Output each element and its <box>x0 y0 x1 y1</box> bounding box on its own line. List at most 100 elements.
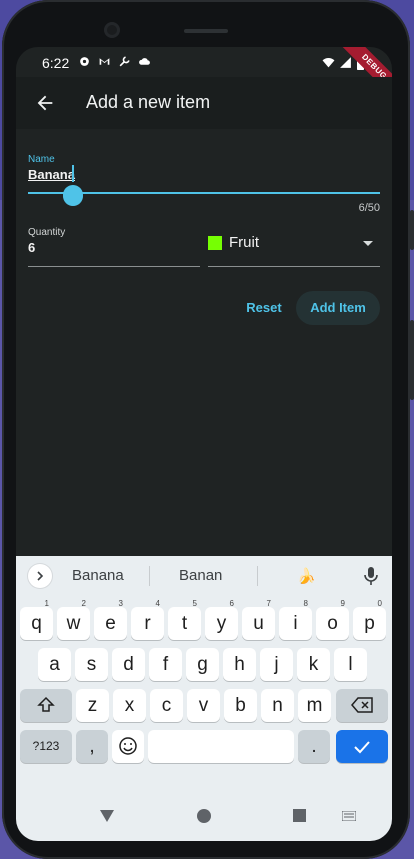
key-label: o <box>327 613 338 634</box>
key-m[interactable]: m <box>298 689 331 722</box>
key-y[interactable]: y6 <box>205 599 238 640</box>
key-n[interactable]: n <box>261 689 294 722</box>
status-time: 6:22 <box>42 55 70 71</box>
comma-key[interactable]: , <box>76 730 108 763</box>
shift-icon <box>37 696 55 712</box>
cursor-handle[interactable] <box>62 181 84 207</box>
key-hint: 5 <box>192 599 197 608</box>
key-label: u <box>253 613 264 634</box>
back-arrow-icon[interactable] <box>34 92 56 114</box>
key-q[interactable]: q1 <box>20 599 53 640</box>
gmail-icon <box>99 58 110 65</box>
key-label: a <box>49 654 60 675</box>
key-t[interactable]: t5 <box>168 599 201 640</box>
add-item-button[interactable]: Add Item <box>296 291 380 325</box>
navigation-bar <box>16 796 392 841</box>
key-label: j <box>274 654 279 675</box>
text-caret <box>72 165 74 182</box>
backspace-icon <box>351 697 373 713</box>
category-underline <box>208 266 380 267</box>
page-title: Add a new item <box>86 92 211 112</box>
key-x[interactable]: x <box>113 689 146 722</box>
key-j[interactable]: j <box>260 648 293 681</box>
suggestion-3[interactable]: 🍌 <box>297 567 316 585</box>
key-label: k <box>308 654 319 675</box>
key-b[interactable]: b <box>224 689 257 722</box>
key-label: c <box>161 695 172 716</box>
key-h[interactable]: h <box>223 648 256 681</box>
key-v[interactable]: v <box>187 689 220 722</box>
phone-screen: 6:22 DEBUG Add a new item Name Banana 6/… <box>16 47 392 841</box>
key-a[interactable]: a <box>38 648 71 681</box>
key-label: v <box>198 695 209 716</box>
key-label: l <box>348 654 353 675</box>
quantity-label: Quantity <box>28 227 66 238</box>
key-hint: 7 <box>266 599 271 608</box>
key-hint: 2 <box>81 599 86 608</box>
key-label: h <box>234 654 245 675</box>
key-e[interactable]: e3 <box>94 599 127 640</box>
key-u[interactable]: u7 <box>242 599 275 640</box>
key-label: i <box>293 613 298 634</box>
dropdown-arrow-icon[interactable] <box>363 241 373 246</box>
volume-button <box>410 210 414 250</box>
suggestion-1[interactable]: Banana <box>72 567 124 584</box>
space-key[interactable] <box>148 730 294 763</box>
period-key[interactable]: . <box>298 730 330 763</box>
settings-icon <box>80 57 89 66</box>
phone-frame: 6:22 DEBUG Add a new item Name Banana 6/… <box>2 0 414 859</box>
reset-button[interactable]: Reset <box>238 291 290 325</box>
suggestion-divider <box>149 566 150 586</box>
suggestion-strip: Banana Banan 🍌 <box>16 556 392 596</box>
front-camera <box>104 22 120 38</box>
key-label: p <box>364 613 375 634</box>
character-counter: 6/50 <box>358 202 380 214</box>
emoji-icon <box>119 737 137 755</box>
keyboard-switch-icon[interactable] <box>342 811 356 821</box>
category-value[interactable]: Fruit <box>229 234 259 251</box>
recents-nav-icon[interactable] <box>293 809 306 822</box>
microphone-icon[interactable] <box>363 566 379 586</box>
key-hint: 0 <box>377 599 382 608</box>
key-g[interactable]: g <box>186 648 219 681</box>
expand-suggestions-button[interactable] <box>28 564 52 588</box>
name-input-value[interactable]: Banana <box>28 167 75 182</box>
key-k[interactable]: k <box>297 648 330 681</box>
key-hint: 4 <box>155 599 160 608</box>
check-icon <box>354 741 370 754</box>
key-label: s <box>86 654 97 675</box>
cloud-icon <box>139 58 150 65</box>
done-key[interactable] <box>336 730 388 763</box>
chevron-right-icon <box>37 571 44 581</box>
key-o[interactable]: o9 <box>316 599 349 640</box>
quantity-input-value[interactable]: 6 <box>28 240 35 255</box>
shift-key[interactable] <box>20 689 72 722</box>
key-label: t <box>181 613 188 634</box>
category-color-swatch <box>208 236 222 250</box>
symbols-key[interactable]: ?123 <box>20 730 72 763</box>
backspace-key[interactable] <box>336 689 388 722</box>
key-c[interactable]: c <box>150 689 183 722</box>
signal-icon <box>340 57 351 68</box>
key-label: b <box>235 695 246 716</box>
emoji-key[interactable] <box>112 730 144 763</box>
key-r[interactable]: r4 <box>131 599 164 640</box>
quantity-underline <box>28 266 200 267</box>
key-label: n <box>272 695 283 716</box>
key-hint: 8 <box>303 599 308 608</box>
home-nav-icon[interactable] <box>197 809 211 823</box>
key-z[interactable]: z <box>76 689 109 722</box>
key-i[interactable]: i8 <box>279 599 312 640</box>
key-f[interactable]: f <box>149 648 182 681</box>
key-s[interactable]: s <box>75 648 108 681</box>
suggestion-2[interactable]: Banan <box>179 567 222 584</box>
key-hint: 9 <box>340 599 345 608</box>
key-l[interactable]: l <box>334 648 367 681</box>
wrench-icon <box>119 56 130 67</box>
key-label: q <box>31 613 42 634</box>
back-nav-icon[interactable] <box>99 809 115 823</box>
key-p[interactable]: p0 <box>353 599 386 640</box>
key-d[interactable]: d <box>112 648 145 681</box>
key-label: g <box>197 654 208 675</box>
key-w[interactable]: w2 <box>57 599 90 640</box>
